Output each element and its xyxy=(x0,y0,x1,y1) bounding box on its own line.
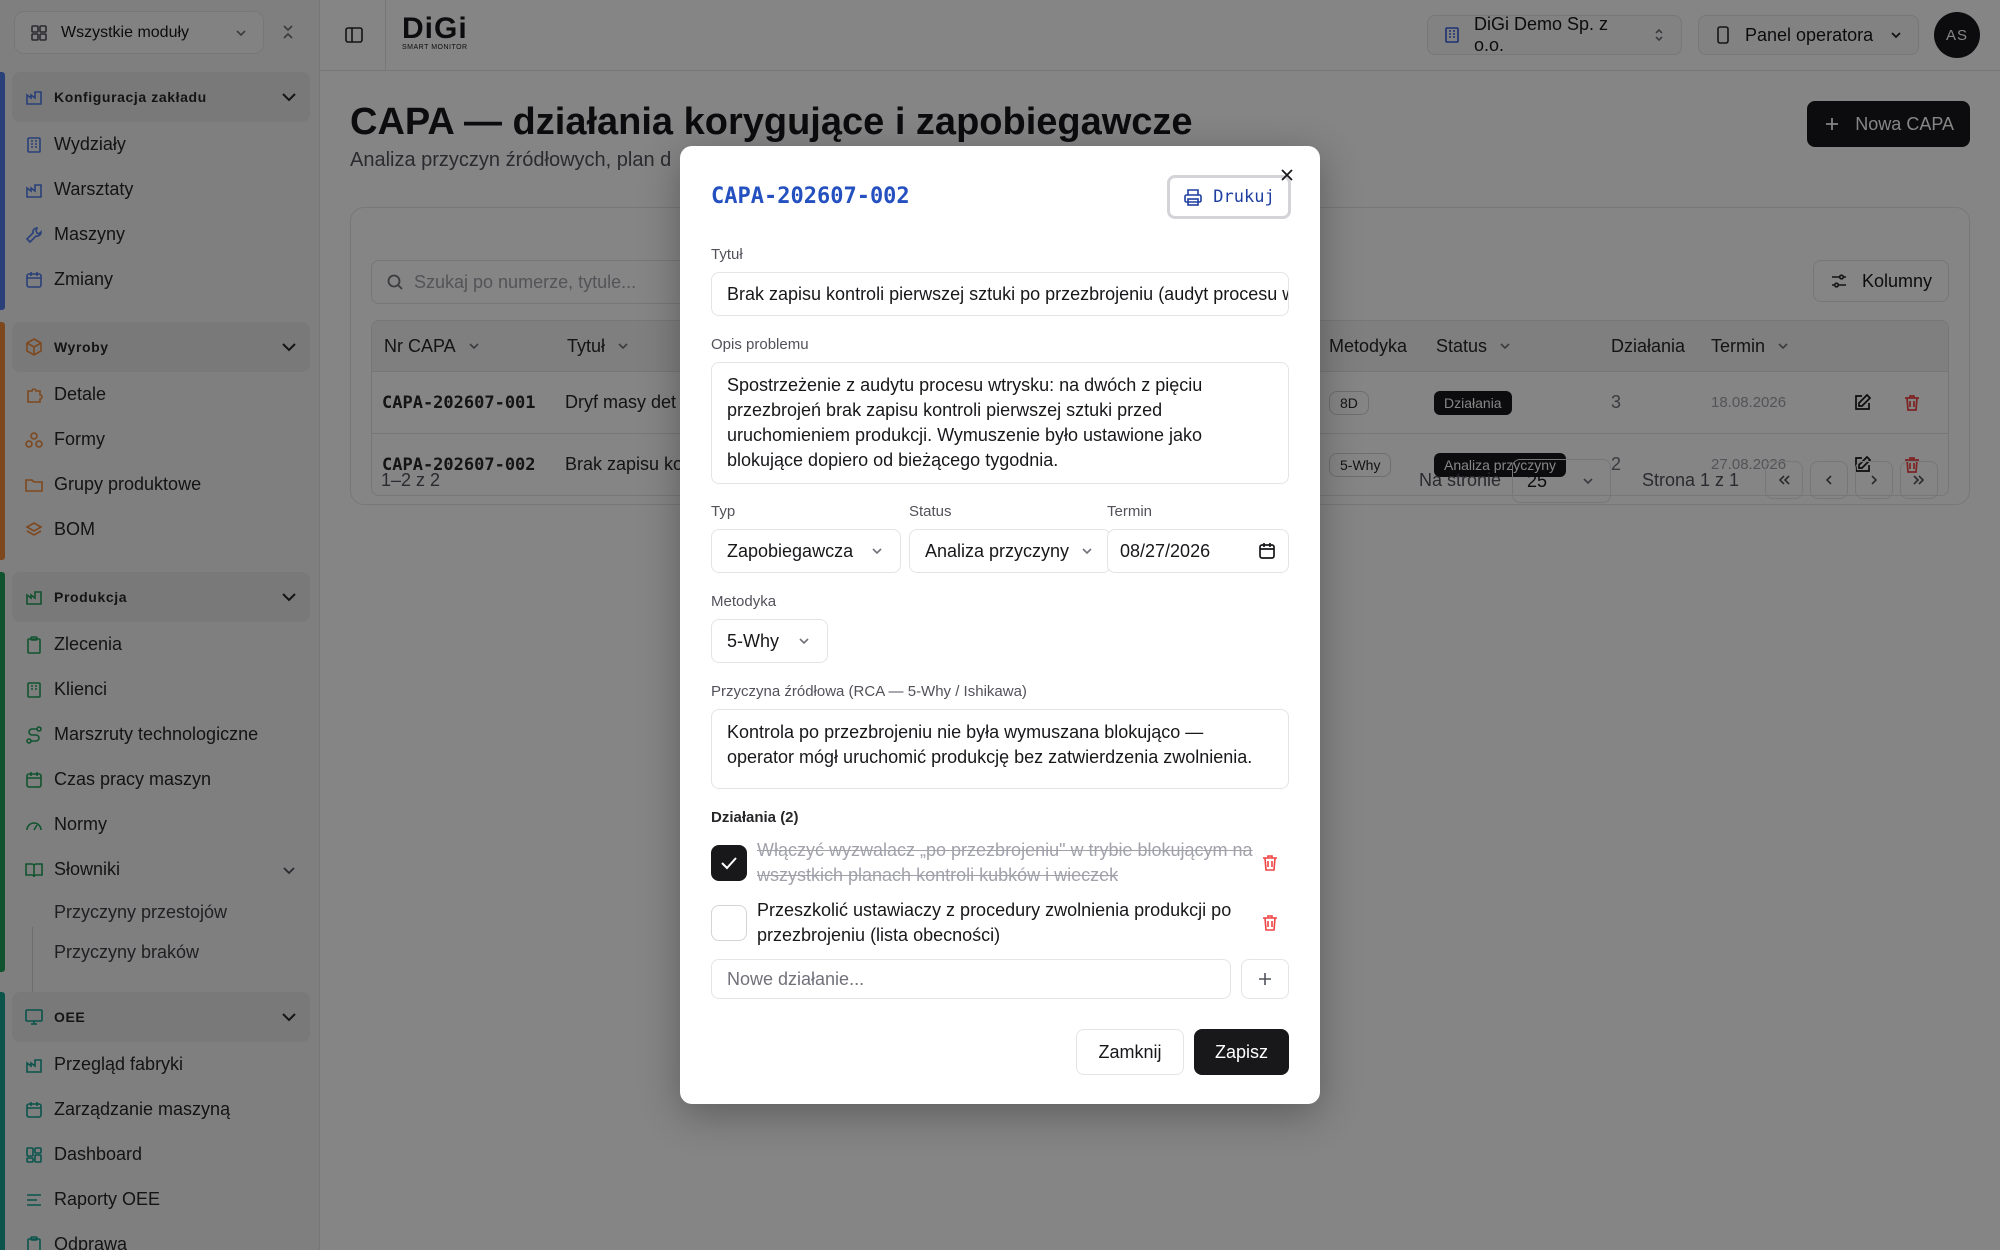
type-value: Zapobiegawcza xyxy=(727,540,854,561)
method-value: 5-Why xyxy=(727,630,780,651)
add-action-button[interactable] xyxy=(1241,959,1289,999)
print-label: Drukuj xyxy=(1213,187,1275,207)
method-select[interactable]: 5-Why xyxy=(711,619,828,663)
chevron-down-icon xyxy=(799,638,809,645)
problem-label: Opis problemu xyxy=(711,336,809,353)
method-label: Metodyka xyxy=(711,593,777,610)
status-select[interactable]: Analiza przyczyny xyxy=(909,529,1111,573)
due-label: Termin xyxy=(1107,503,1153,520)
calendar-icon[interactable] xyxy=(1258,542,1276,560)
delete-action-icon[interactable] xyxy=(1260,913,1280,933)
actions-label: Działania (2) xyxy=(711,809,799,826)
close-button[interactable]: Zamknij xyxy=(1076,1029,1184,1075)
type-select[interactable]: Zapobiegawcza xyxy=(711,529,901,573)
chevron-down-icon xyxy=(872,548,882,555)
new-action-input[interactable]: Nowe działanie... xyxy=(711,959,1231,999)
type-label: Typ xyxy=(711,503,736,520)
due-date-input[interactable]: 08/27/2026 xyxy=(1107,529,1289,573)
title-input[interactable]: Brak zapisu kontroli pierwszej sztuki po… xyxy=(711,272,1289,316)
rca-textarea[interactable]: Kontrola po przezbrojeniu nie była wymus… xyxy=(711,709,1289,789)
chevron-down-icon xyxy=(1082,548,1092,555)
status-label: Status xyxy=(909,503,952,520)
rca-label: Przyczyna źródłowa (RCA — 5-Why / Ishika… xyxy=(711,683,1027,700)
printer-icon xyxy=(1183,187,1203,207)
delete-action-icon[interactable] xyxy=(1260,853,1280,873)
check-icon xyxy=(721,857,737,870)
action-text-done: Włączyć wyzwalacz „po przezbrojeniu" w t… xyxy=(757,840,1253,885)
due-value: 08/27/2026 xyxy=(1120,540,1211,561)
action-checkbox[interactable] xyxy=(711,905,747,941)
save-button[interactable]: Zapisz xyxy=(1194,1029,1289,1075)
action-checkbox[interactable] xyxy=(711,845,747,881)
title-label: Tytuł xyxy=(711,246,743,263)
capa-edit-dialog: CAPA-202607-002 Drukuj Tytuł Brak zapisu… xyxy=(680,146,1320,1104)
problem-textarea[interactable]: Spostrzeżenie z audytu procesu wtrysku: … xyxy=(711,362,1289,484)
print-button[interactable]: Drukuj xyxy=(1167,175,1291,219)
close-icon[interactable] xyxy=(1278,166,1296,184)
action-text: Przeszkolić ustawiaczy z procedury zwoln… xyxy=(757,900,1232,945)
dialog-title: CAPA-202607-002 xyxy=(711,184,910,209)
plus-icon xyxy=(1259,973,1271,985)
status-value: Analiza przyczyny xyxy=(925,540,1070,561)
